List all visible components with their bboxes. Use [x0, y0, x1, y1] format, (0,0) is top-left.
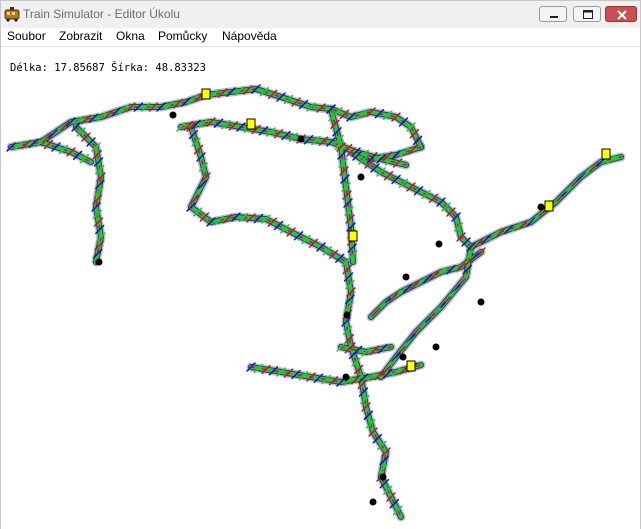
station-dot[interactable]	[343, 311, 351, 319]
station-dot[interactable]	[432, 343, 440, 351]
track-segment	[186, 122, 356, 352]
window-title: Train Simulator - Editor Úkolu	[23, 7, 180, 21]
close-button[interactable]	[605, 6, 637, 22]
station-dot[interactable]	[95, 258, 103, 266]
station-marker[interactable]	[544, 200, 554, 212]
station-dot[interactable]	[399, 353, 407, 361]
station-dot[interactable]	[342, 373, 350, 381]
track-segment	[6, 84, 426, 152]
track-segment	[188, 124, 354, 350]
station-dot[interactable]	[379, 473, 387, 481]
close-icon	[617, 10, 627, 20]
track-segment	[190, 126, 352, 348]
station-marker[interactable]	[601, 148, 611, 160]
main-window: Train Simulator - Editor Úkolu Soubor Zo…	[0, 0, 641, 529]
menu-bar: Soubor Zobrazit Okna Pomůcky Nápověda	[1, 28, 640, 46]
forest-layer	[6, 84, 626, 522]
menu-soubor[interactable]: Soubor	[7, 29, 46, 43]
minimize-button[interactable]	[539, 6, 567, 22]
track-network	[6, 84, 626, 522]
station-marker[interactable]	[201, 88, 211, 100]
maximize-button[interactable]	[573, 6, 601, 22]
main-track-layer	[9, 87, 623, 519]
track-segment	[350, 151, 622, 248]
maximize-icon	[583, 10, 593, 19]
station-dot[interactable]	[297, 135, 305, 143]
title-bar[interactable]: Train Simulator - Editor Úkolu	[1, 1, 640, 28]
menu-zobrazit[interactable]: Zobrazit	[59, 29, 102, 43]
signal-layer	[10, 88, 622, 518]
station-marker[interactable]	[348, 230, 358, 242]
track-segment	[346, 147, 626, 252]
track-segment	[349, 150, 623, 249]
station-dot[interactable]	[477, 298, 485, 306]
station-dot[interactable]	[537, 203, 545, 211]
railway-network-map[interactable]	[1, 47, 640, 529]
secondary-track-layer	[8, 86, 624, 520]
station-dot[interactable]	[357, 173, 365, 181]
station-dot[interactable]	[369, 498, 377, 506]
menu-okna[interactable]: Okna	[116, 29, 145, 43]
minimize-icon	[550, 16, 558, 18]
station-marker[interactable]	[246, 118, 256, 130]
track-segment	[189, 125, 353, 349]
coordinates-readout: Délka: 17.85687 Šírka: 48.83323	[10, 62, 206, 74]
station-dot[interactable]	[435, 240, 443, 248]
station-dot[interactable]	[402, 273, 410, 281]
map-canvas[interactable]: Délka: 17.85687 Šírka: 48.83323	[1, 46, 640, 529]
menu-napoveda[interactable]: Nápověda	[222, 29, 277, 43]
app-icon[interactable]	[4, 6, 20, 22]
track-segment	[348, 149, 624, 250]
station-dot[interactable]	[169, 111, 177, 119]
menu-pomucky[interactable]: Pomůcky	[158, 29, 207, 43]
station-marker[interactable]	[406, 360, 416, 372]
